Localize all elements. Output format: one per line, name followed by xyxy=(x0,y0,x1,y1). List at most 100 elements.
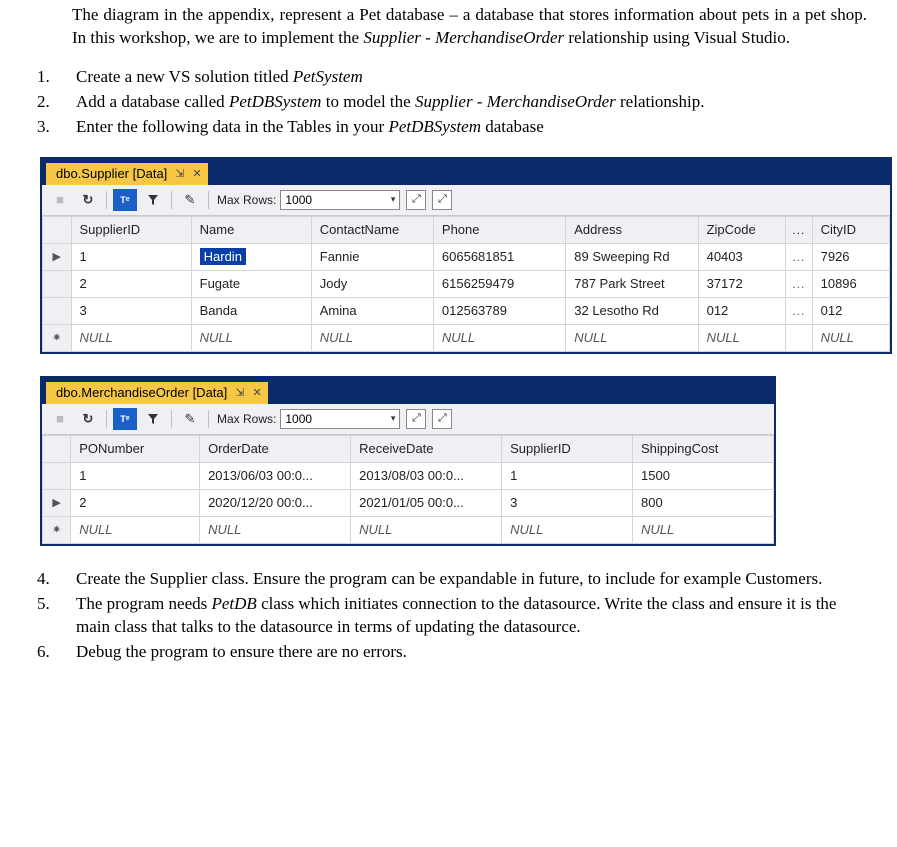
cell[interactable]: 2013/08/03 00:0... xyxy=(351,462,502,489)
expand1-icon[interactable]: ⤢ xyxy=(406,409,426,429)
row-marker[interactable]: ✷ xyxy=(43,516,71,543)
col-zipcode[interactable]: ZipCode xyxy=(698,216,786,243)
cell[interactable]: 1500 xyxy=(633,462,774,489)
cell[interactable]: Fugate xyxy=(191,270,311,297)
cell[interactable]: NULL xyxy=(71,324,191,351)
col-name[interactable]: Name xyxy=(191,216,311,243)
row-marker[interactable]: ✷ xyxy=(43,324,72,351)
stop-icon[interactable]: ■ xyxy=(48,408,72,430)
cell[interactable]: 787 Park Street xyxy=(566,270,698,297)
tab-supplier[interactable]: dbo.Supplier [Data] ⇲ ✕ xyxy=(46,163,208,185)
table-row[interactable]: 3BandaAmina01256378932 Lesotho Rd012...0… xyxy=(43,297,890,324)
script-icon[interactable]: ✎ xyxy=(178,189,202,211)
cell[interactable]: 012 xyxy=(698,297,786,324)
cell[interactable]: 6156259479 xyxy=(433,270,565,297)
cell[interactable]: Hardin xyxy=(191,243,311,270)
pin-icon[interactable]: ⇲ xyxy=(175,167,184,180)
stop-icon[interactable]: ■ xyxy=(48,189,72,211)
cell[interactable]: 89 Sweeping Rd xyxy=(566,243,698,270)
cell[interactable]: 3 xyxy=(502,489,633,516)
chevron-down-icon[interactable]: ▾ xyxy=(391,413,396,424)
cell[interactable]: 2 xyxy=(71,489,200,516)
chevron-down-icon[interactable]: ▾ xyxy=(391,194,396,205)
col-supplierid[interactable]: SupplierID xyxy=(71,216,191,243)
maxrows-input[interactable]: 1000 ▾ xyxy=(280,190,400,210)
cell[interactable]: 7926 xyxy=(812,243,889,270)
col-ellipsis[interactable]: ... xyxy=(786,216,812,243)
cell[interactable]: Banda xyxy=(191,297,311,324)
cell[interactable]: 2013/06/03 00:0... xyxy=(200,462,351,489)
cell[interactable]: 1 xyxy=(71,243,191,270)
col-receivedate[interactable]: ReceiveDate xyxy=(351,435,502,462)
cell-ellipsis[interactable]: ... xyxy=(786,297,812,324)
filter-icon[interactable] xyxy=(141,408,165,430)
cell[interactable]: NULL xyxy=(633,516,774,543)
refresh-icon[interactable]: ↻ xyxy=(76,189,100,211)
col-ponumber[interactable]: PONumber xyxy=(71,435,200,462)
cell[interactable]: NULL xyxy=(433,324,565,351)
sql-icon[interactable]: Te xyxy=(113,408,137,430)
cell[interactable]: NULL xyxy=(311,324,433,351)
table-row[interactable]: ✷NULLNULLNULLNULLNULLNULLNULL xyxy=(43,324,890,351)
cell[interactable]: 2021/01/05 00:0... xyxy=(351,489,502,516)
cell[interactable]: 2020/12/20 00:0... xyxy=(200,489,351,516)
refresh-icon[interactable]: ↻ xyxy=(76,408,100,430)
col-orderdate[interactable]: OrderDate xyxy=(200,435,351,462)
sql-icon[interactable]: Te xyxy=(113,189,137,211)
cell[interactable]: 012 xyxy=(812,297,889,324)
row-marker[interactable]: ▶ xyxy=(43,489,71,516)
cell-ellipsis[interactable]: ... xyxy=(786,243,812,270)
table-row[interactable]: 12013/06/03 00:0...2013/08/03 00:0...115… xyxy=(43,462,774,489)
col-address[interactable]: Address xyxy=(566,216,698,243)
cell[interactable]: 800 xyxy=(633,489,774,516)
cell[interactable]: 1 xyxy=(502,462,633,489)
close-icon[interactable]: ✕ xyxy=(193,167,202,180)
cell[interactable]: NULL xyxy=(698,324,786,351)
cell-ellipsis[interactable]: ... xyxy=(786,270,812,297)
merchorder-grid[interactable]: PONumber OrderDate ReceiveDate SupplierI… xyxy=(42,435,774,544)
col-supplierid[interactable]: SupplierID xyxy=(502,435,633,462)
col-contactname[interactable]: ContactName xyxy=(311,216,433,243)
cell[interactable]: NULL xyxy=(351,516,502,543)
cell[interactable]: NULL xyxy=(71,516,200,543)
table-row[interactable]: 2FugateJody6156259479787 Park Street3717… xyxy=(43,270,890,297)
expand2-icon[interactable]: ⤢ xyxy=(432,409,452,429)
cell[interactable]: 012563789 xyxy=(433,297,565,324)
cell[interactable]: 1 xyxy=(71,462,200,489)
col-cityid[interactable]: CityID xyxy=(812,216,889,243)
cell[interactable]: NULL xyxy=(812,324,889,351)
expand1-icon[interactable]: ⤢ xyxy=(406,190,426,210)
filter-icon[interactable] xyxy=(141,189,165,211)
cell[interactable]: NULL xyxy=(191,324,311,351)
tab-merchorder[interactable]: dbo.MerchandiseOrder [Data] ⇲ ✕ xyxy=(46,382,268,404)
cell[interactable]: NULL xyxy=(200,516,351,543)
table-row[interactable]: ✷NULLNULLNULLNULLNULL xyxy=(43,516,774,543)
row-marker[interactable] xyxy=(43,462,71,489)
pin-icon[interactable]: ⇲ xyxy=(235,386,244,399)
cell[interactable]: 6065681851 xyxy=(433,243,565,270)
cell[interactable]: 37172 xyxy=(698,270,786,297)
cell[interactable]: 32 Lesotho Rd xyxy=(566,297,698,324)
supplier-grid[interactable]: SupplierID Name ContactName Phone Addres… xyxy=(42,216,890,352)
row-marker[interactable]: ▶ xyxy=(43,243,72,270)
cell[interactable]: 2 xyxy=(71,270,191,297)
col-shippingcost[interactable]: ShippingCost xyxy=(633,435,774,462)
cell[interactable]: NULL xyxy=(566,324,698,351)
table-row[interactable]: ▶22020/12/20 00:0...2021/01/05 00:0...38… xyxy=(43,489,774,516)
cell[interactable]: 3 xyxy=(71,297,191,324)
cell[interactable]: NULL xyxy=(502,516,633,543)
expand2-icon[interactable]: ⤢ xyxy=(432,190,452,210)
table-row[interactable]: ▶1HardinFannie606568185189 Sweeping Rd40… xyxy=(43,243,890,270)
cell-ellipsis[interactable] xyxy=(786,324,812,351)
maxrows-input[interactable]: 1000 ▾ xyxy=(280,409,400,429)
close-icon[interactable]: ✕ xyxy=(252,386,261,399)
row-marker[interactable] xyxy=(43,270,72,297)
cell[interactable]: Amina xyxy=(311,297,433,324)
script-icon[interactable]: ✎ xyxy=(178,408,202,430)
cell[interactable]: Fannie xyxy=(311,243,433,270)
cell[interactable]: Jody xyxy=(311,270,433,297)
row-marker[interactable] xyxy=(43,297,72,324)
cell[interactable]: 10896 xyxy=(812,270,889,297)
cell[interactable]: 40403 xyxy=(698,243,786,270)
col-phone[interactable]: Phone xyxy=(433,216,565,243)
